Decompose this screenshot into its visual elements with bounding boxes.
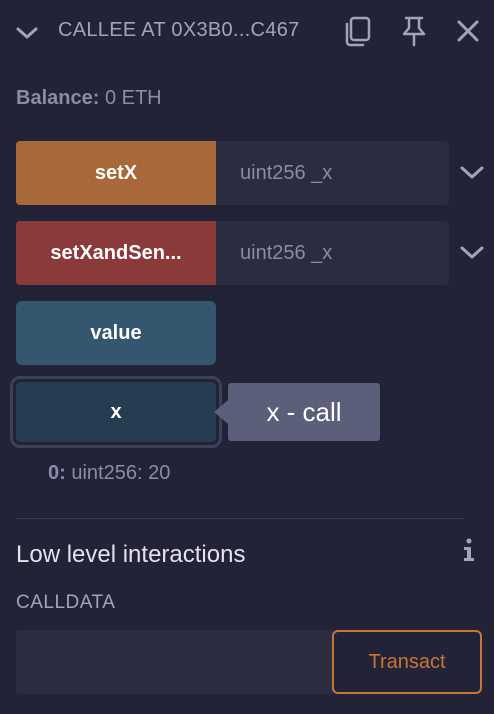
x-button[interactable]: x	[16, 382, 216, 442]
pin-icon[interactable]	[397, 14, 431, 48]
divider	[16, 518, 464, 519]
result-index: 0:	[48, 462, 66, 484]
setx-input[interactable]: uint256 _x	[216, 141, 449, 205]
calldata-input[interactable]	[16, 630, 334, 694]
low-level-title: Low level interactions	[16, 541, 246, 568]
value-button[interactable]: value	[16, 301, 216, 365]
tooltip-arrow	[214, 400, 228, 424]
balance-value: 0 ETH	[104, 87, 162, 109]
balance-display: Balance: 0 ETH	[16, 87, 162, 110]
contract-header: CALLEE AT 0X3B0...C467	[0, 0, 494, 64]
chevron-down-icon[interactable]	[458, 159, 486, 187]
close-icon[interactable]	[451, 14, 485, 48]
setx-button[interactable]: setX	[16, 141, 216, 205]
call-result: 0: uint256: 20	[48, 462, 170, 485]
result-value: uint256: 20	[71, 462, 171, 484]
info-icon[interactable]	[460, 536, 478, 564]
chevron-down-icon[interactable]	[458, 239, 486, 267]
tooltip: x - call	[228, 383, 380, 441]
contract-title[interactable]: CALLEE AT 0X3B0...C467	[58, 19, 316, 42]
transact-button[interactable]: Transact	[332, 630, 482, 694]
copy-icon[interactable]	[341, 14, 375, 48]
chevron-down-icon[interactable]	[14, 20, 40, 46]
calldata-label: CALLDATA	[16, 592, 116, 613]
setxandsend-input[interactable]: uint256 _x	[216, 221, 449, 285]
setxandsend-button[interactable]: setXandSen...	[16, 221, 216, 285]
balance-label: Balance:	[16, 87, 100, 109]
